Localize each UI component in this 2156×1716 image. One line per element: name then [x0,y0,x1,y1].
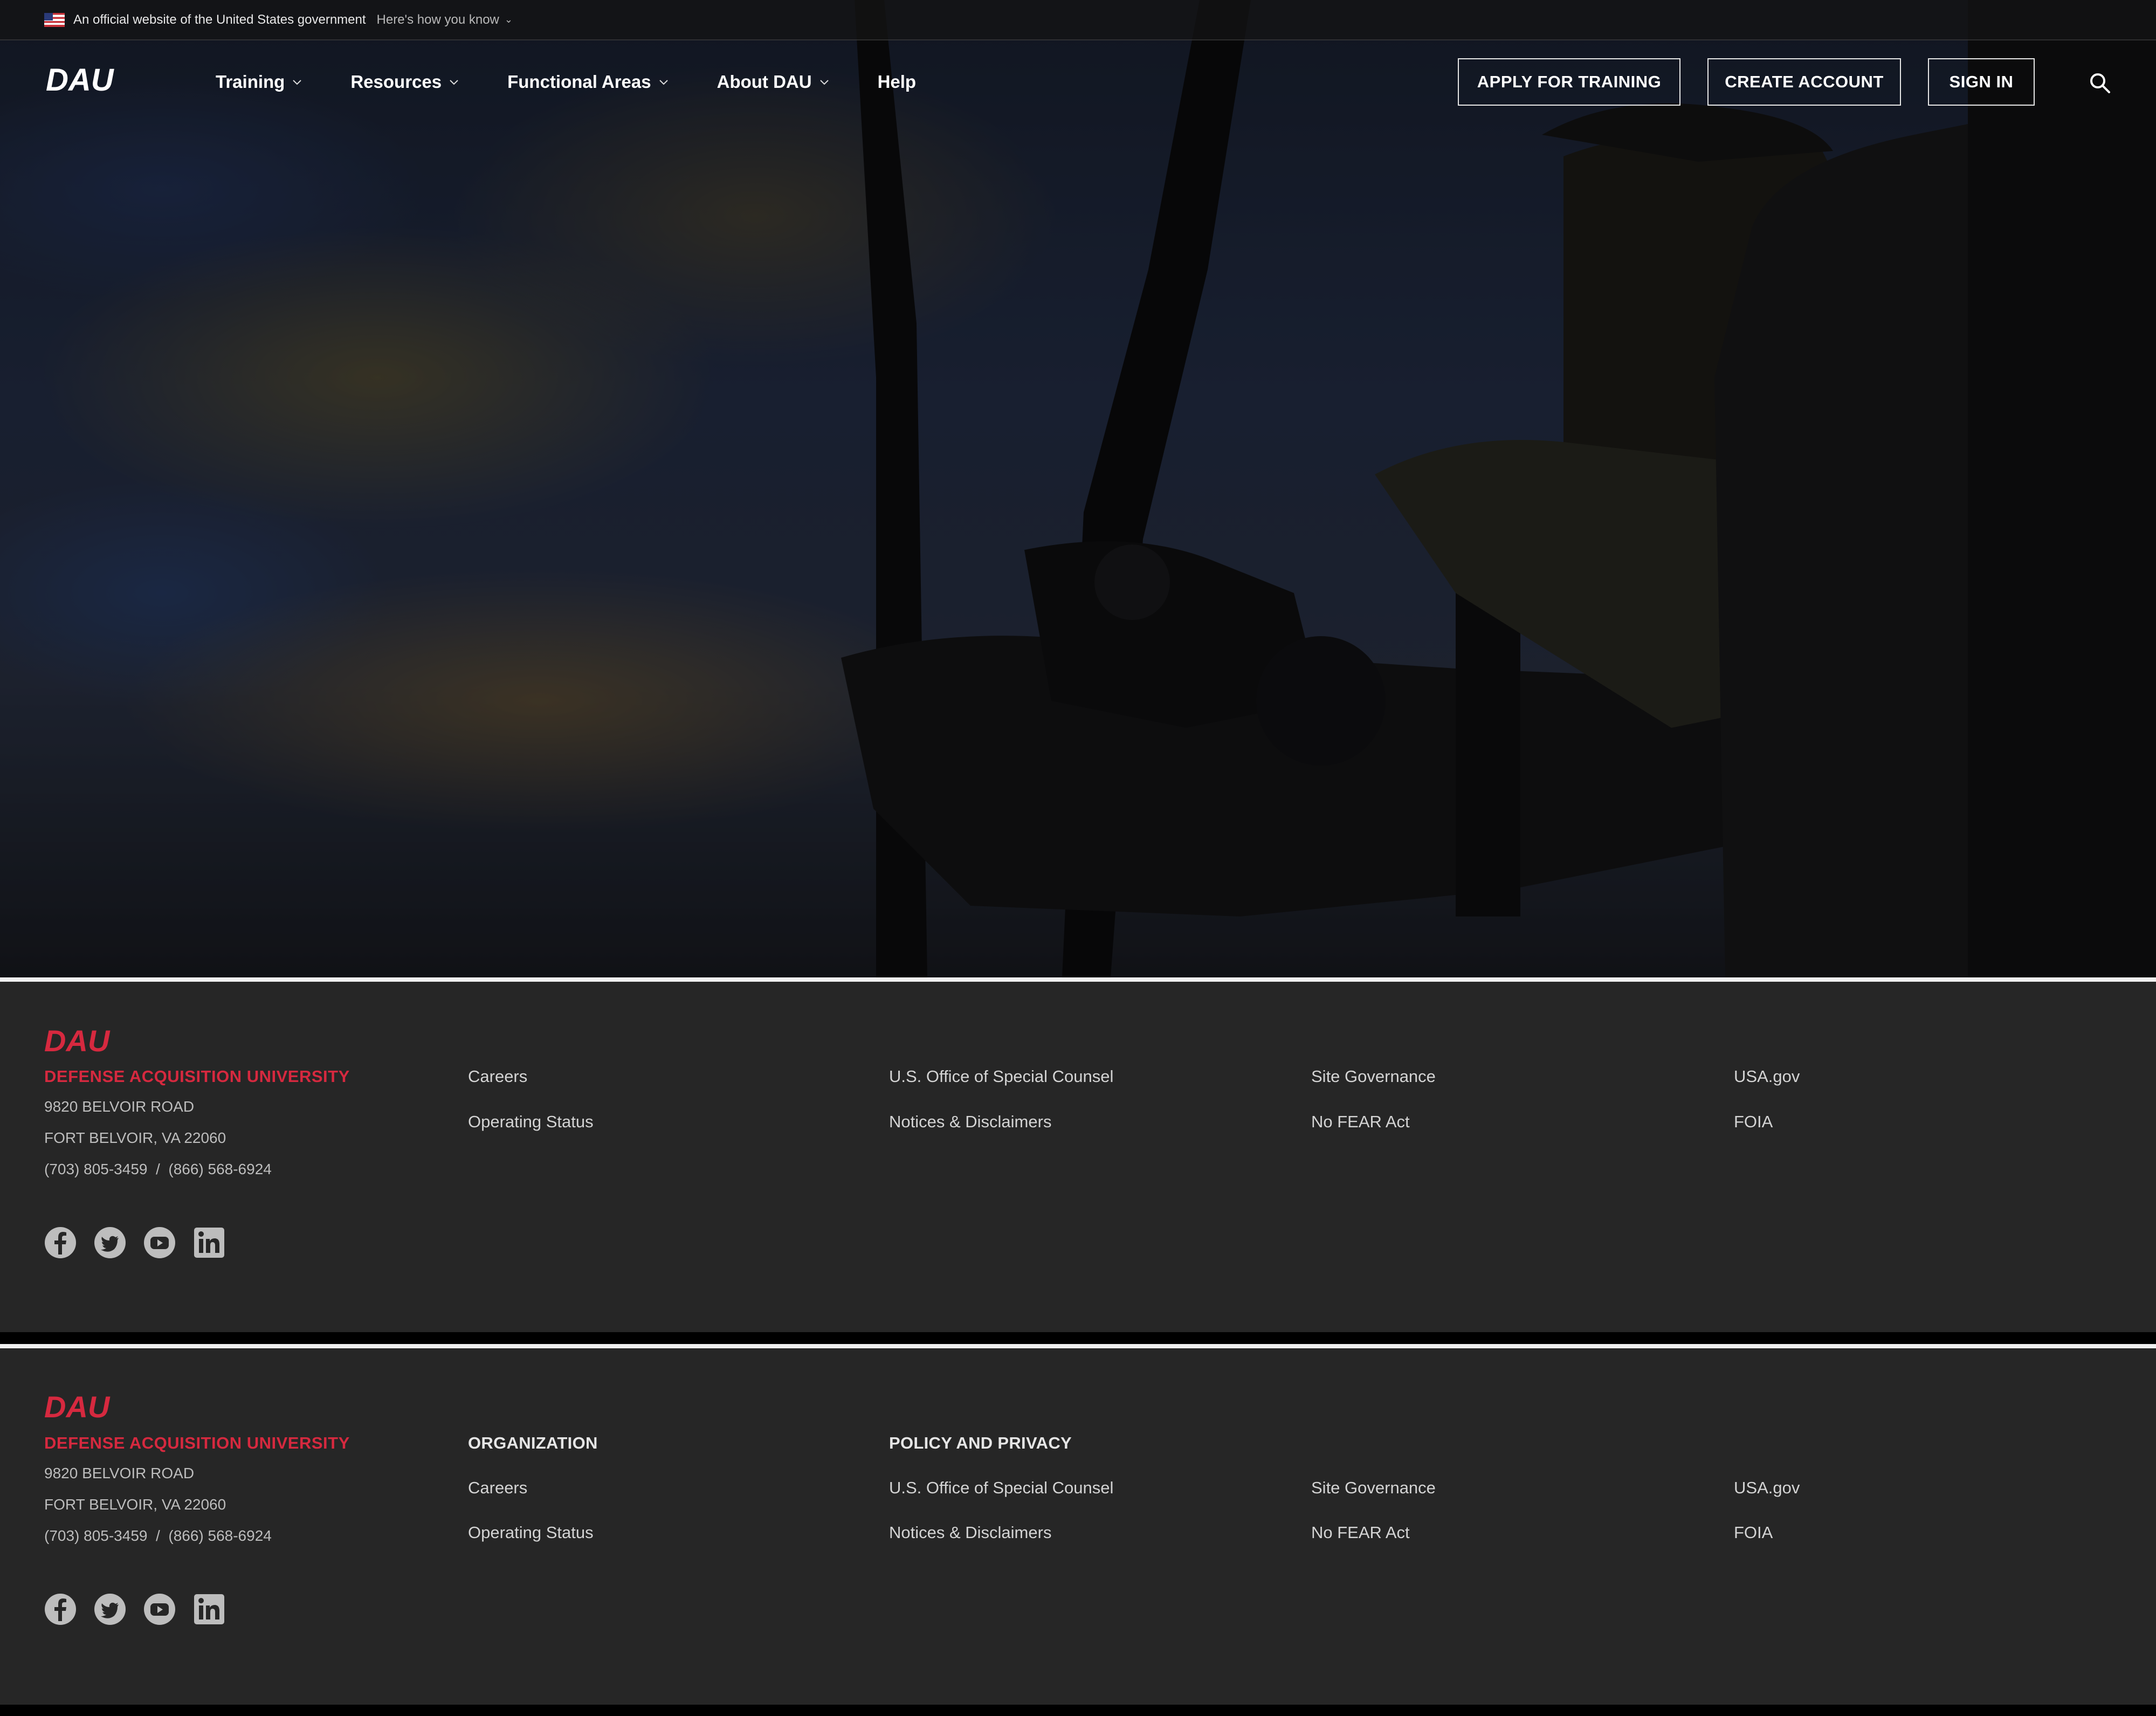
address-line-1: 9820 BELVOIR ROAD [44,1465,195,1481]
phone-numbers: (703) 805-3459 / (866) 568-6924 [44,1161,272,1177]
divider [0,1332,2156,1344]
address-line-1: 9820 BELVOIR ROAD [44,1098,195,1115]
dau-footer-logo[interactable]: DAU [44,1393,135,1421]
linkedin-icon[interactable] [193,1593,225,1625]
twitter-icon[interactable] [94,1226,126,1259]
chevron-down-icon: ⌄ [504,14,513,25]
gov-banner: An official website of the United States… [0,0,2156,40]
nav-item-about-dau[interactable]: About DAU [717,72,829,92]
page-bottom [0,1705,2156,1716]
nav-item-resources-label: Resources [350,72,442,92]
divider [0,977,2156,982]
university-name: DEFENSE ACQUISITION UNIVERSITY [44,1067,350,1086]
address-block: 9820 BELVOIR ROAD FORT BELVOIR, VA 22060… [44,1091,272,1185]
usagov-link[interactable]: USA.gov [1734,1478,1800,1498]
osc-link[interactable]: U.S. Office of Special Counsel [889,1067,1113,1086]
no-fear-act-link[interactable]: No FEAR Act [1311,1112,1410,1132]
policy-privacy-heading: POLICY AND PRIVACY [889,1434,1072,1452]
nav-item-help[interactable]: Help [878,72,917,92]
osc-link[interactable]: U.S. Office of Special Counsel [889,1478,1113,1498]
nav-item-training[interactable]: Training [216,72,302,92]
create-account-button[interactable]: CREATE ACCOUNT [1707,58,1901,106]
university-name: DEFENSE ACQUISITION UNIVERSITY [44,1434,350,1452]
foia-link[interactable]: FOIA [1734,1523,1773,1542]
nav-item-functional-areas[interactable]: Functional Areas [507,72,669,92]
twitter-icon[interactable] [94,1593,126,1625]
linkedin-icon[interactable] [193,1226,225,1259]
site-governance-link[interactable]: Site Governance [1311,1067,1436,1086]
dau-footer-logo[interactable]: DAU [44,1026,135,1055]
facebook-icon[interactable] [44,1593,77,1625]
dau-footer-logo-text: DAU [44,1026,111,1055]
no-fear-act-link[interactable]: No FEAR Act [1311,1523,1410,1542]
organization-heading: ORGANIZATION [468,1434,598,1452]
dau-logo[interactable]: DAU [46,65,137,94]
gov-banner-text: An official website of the United States… [73,12,366,27]
operating-status-link[interactable]: Operating Status [468,1523,594,1542]
notices-link[interactable]: Notices & Disclaimers [889,1523,1051,1542]
address-block: 9820 BELVOIR ROAD FORT BELVOIR, VA 22060… [44,1458,272,1552]
how-you-know-label: Here's how you know [376,12,499,27]
hero-section: An official website of the United States… [0,0,2156,977]
address-line-2: FORT BELVOIR, VA 22060 [44,1496,226,1513]
careers-link[interactable]: Careers [468,1067,527,1086]
chevron-down-icon [293,80,302,85]
nav-item-training-label: Training [216,72,285,92]
chevron-down-icon [659,80,668,85]
us-flag-icon [44,12,65,27]
site-footer-secondary: DAU DEFENSE ACQUISITION UNIVERSITY 9820 … [0,1348,2156,1705]
youtube-icon[interactable] [143,1593,176,1625]
hero-overlay [0,0,2156,977]
nav-item-about-dau-label: About DAU [717,72,812,92]
site-governance-link[interactable]: Site Governance [1311,1478,1436,1498]
apply-for-training-button[interactable]: APPLY FOR TRAINING [1458,58,1680,106]
foia-link[interactable]: FOIA [1734,1112,1773,1132]
facebook-icon[interactable] [44,1226,77,1259]
chevron-down-icon [819,80,829,85]
nav-item-help-label: Help [877,72,917,92]
address-line-2: FORT BELVOIR, VA 22060 [44,1129,226,1146]
sign-in-button[interactable]: SIGN IN [1928,58,2035,106]
dau-logo-text: DAU [46,65,115,94]
main-nav: DAU Training Resources Functional Areas … [0,42,2156,122]
nav-item-functional-areas-label: Functional Areas [507,72,651,92]
social-links [44,1593,243,1625]
dau-footer-logo-text: DAU [44,1393,111,1421]
chevron-down-icon [450,80,458,85]
phone-numbers: (703) 805-3459 / (866) 568-6924 [44,1527,272,1544]
nav-menu: Training Resources Functional Areas Abou… [216,42,965,122]
notices-link[interactable]: Notices & Disclaimers [889,1112,1051,1132]
nav-item-resources[interactable]: Resources [350,72,459,92]
search-icon[interactable] [2088,71,2112,95]
operating-status-link[interactable]: Operating Status [468,1112,594,1132]
divider [0,1344,2156,1348]
social-links [44,1226,243,1259]
careers-link[interactable]: Careers [468,1478,527,1498]
site-footer-primary: DAU DEFENSE ACQUISITION UNIVERSITY 9820 … [0,982,2156,1332]
usagov-link[interactable]: USA.gov [1734,1067,1800,1086]
youtube-icon[interactable] [143,1226,176,1259]
how-you-know-link[interactable]: Here's how you know ⌄ [377,12,513,27]
